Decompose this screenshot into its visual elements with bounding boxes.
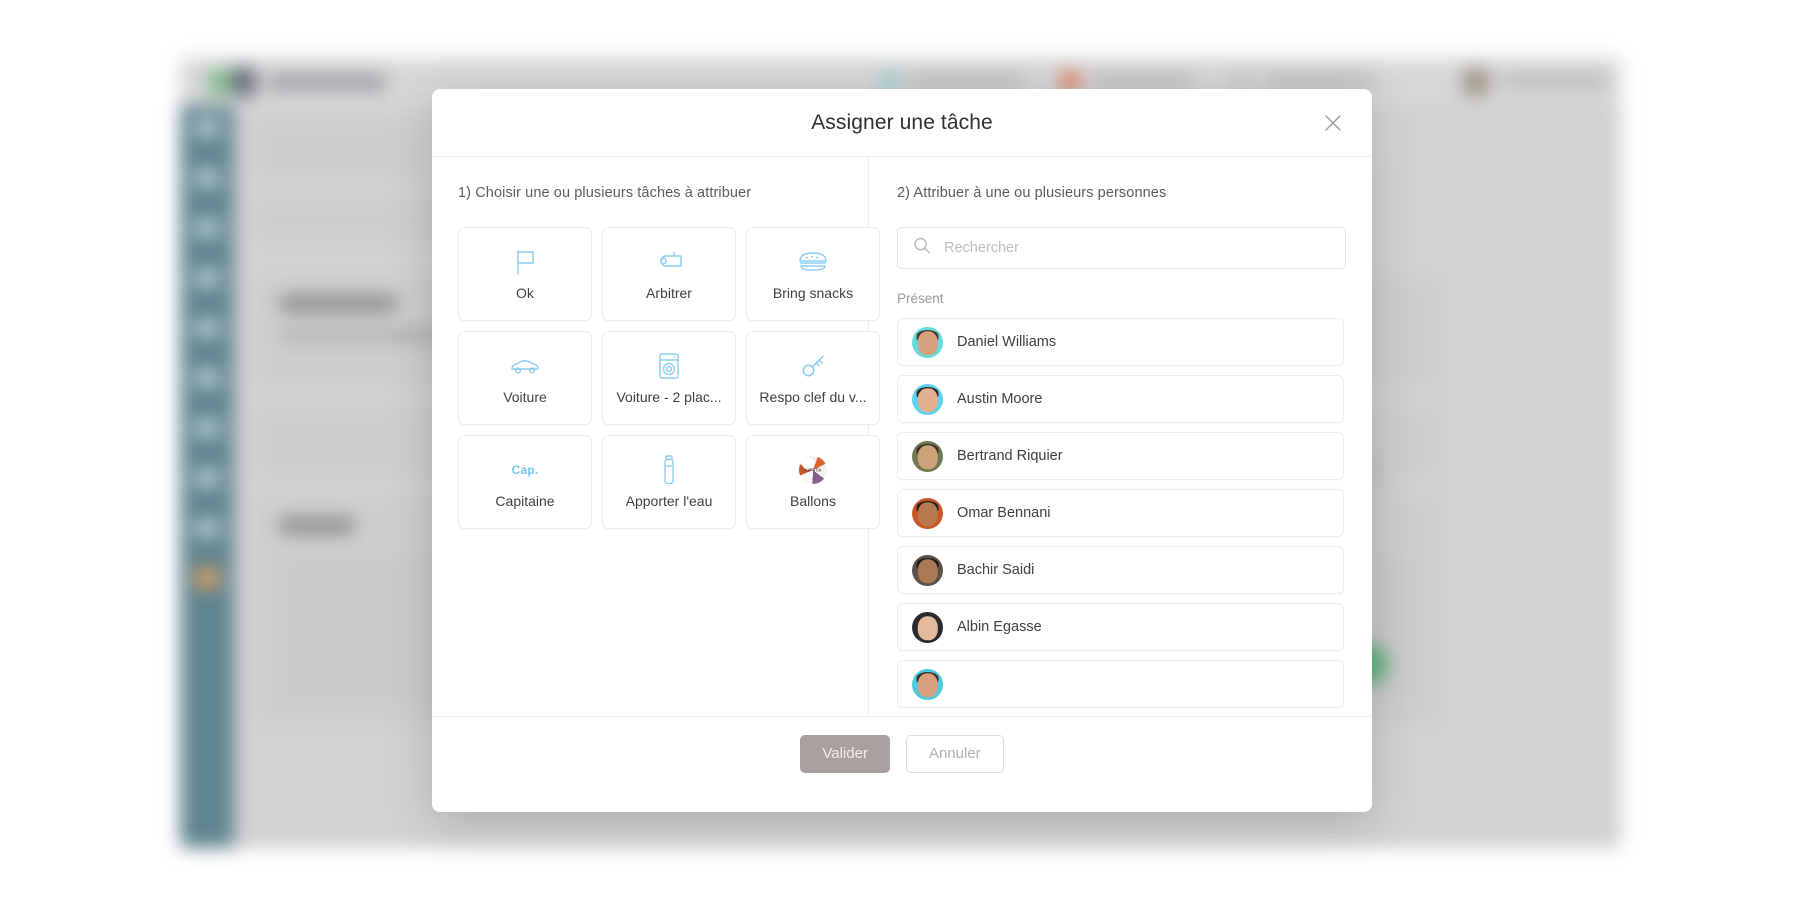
washing-machine-icon bbox=[657, 351, 681, 381]
modal-body: 1) Choisir une ou plusieurs tâches à att… bbox=[432, 157, 1372, 716]
people-list[interactable]: Daniel Williams Austin Moore Bertrand Ri… bbox=[897, 318, 1346, 716]
whistle-icon bbox=[654, 247, 684, 277]
person-name: Omar Bennani bbox=[957, 505, 1051, 521]
list-item[interactable]: Bachir Saidi bbox=[897, 546, 1344, 594]
search-field-wrapper bbox=[897, 227, 1346, 269]
list-item[interactable]: Bertrand Riquier bbox=[897, 432, 1344, 480]
people-selection-panel: 2) Attribuer à une ou plusieurs personne… bbox=[869, 157, 1372, 716]
key-icon bbox=[799, 351, 827, 381]
task-tile-grid: Ok Arbitrer Bring snacks Voiture Voiture… bbox=[458, 227, 880, 529]
task-tile-voiture[interactable]: Voiture bbox=[458, 331, 592, 425]
task-tile-apporter-eau[interactable]: Apporter l'eau bbox=[602, 435, 736, 529]
search-input[interactable] bbox=[897, 227, 1346, 269]
person-name: Austin Moore bbox=[957, 391, 1043, 407]
list-item[interactable]: Omar Bennani bbox=[897, 489, 1344, 537]
flag-icon bbox=[512, 247, 538, 277]
task-tile-arbitrer[interactable]: Arbitrer bbox=[602, 227, 736, 321]
task-tile-respo-clef[interactable]: Respo clef du v... bbox=[746, 331, 880, 425]
avatar bbox=[912, 326, 943, 358]
page-title: Assigner une tâche bbox=[811, 110, 993, 134]
person-name: Daniel Williams bbox=[957, 334, 1057, 350]
task-tile-voiture-2-places[interactable]: Voiture - 2 plac... bbox=[602, 331, 736, 425]
validate-button[interactable]: Valider bbox=[800, 734, 890, 773]
avatar bbox=[912, 554, 943, 586]
task-selection-panel: 1) Choisir une ou plusieurs tâches à att… bbox=[432, 157, 880, 716]
task-label: Ok bbox=[516, 285, 534, 301]
task-label: Capitaine bbox=[495, 493, 555, 509]
avatar bbox=[912, 611, 943, 643]
list-item[interactable]: Austin Moore bbox=[897, 375, 1344, 423]
list-item[interactable]: Albin Egasse bbox=[897, 603, 1344, 651]
task-tile-ok[interactable]: Ok bbox=[458, 227, 592, 321]
person-name: Albin Egasse bbox=[957, 619, 1042, 635]
task-label: Ballons bbox=[790, 493, 836, 509]
task-tile-capitaine[interactable]: Cap. Capitaine bbox=[458, 435, 592, 529]
avatar bbox=[912, 440, 943, 472]
car-icon bbox=[509, 351, 541, 381]
sandwich-icon bbox=[798, 247, 828, 277]
step-1-label: 1) Choisir une ou plusieurs tâches à att… bbox=[458, 185, 752, 201]
captain-badge-text: Cap. bbox=[511, 463, 539, 477]
captain-badge-icon: Cap. bbox=[512, 455, 539, 485]
water-bottle-icon bbox=[661, 455, 677, 485]
task-tile-ballons[interactable]: Ballons bbox=[746, 435, 880, 529]
avatar bbox=[912, 497, 943, 529]
task-label: Apporter l'eau bbox=[625, 493, 713, 509]
ball-photo-icon bbox=[799, 455, 827, 485]
task-label: Voiture - 2 plac... bbox=[616, 389, 722, 405]
group-label-present: Présent bbox=[897, 291, 944, 306]
modal-header: Assigner une tâche bbox=[432, 89, 1372, 157]
assign-task-modal: Assigner une tâche 1) Choisir une ou plu… bbox=[432, 89, 1372, 812]
person-name: Bachir Saidi bbox=[957, 562, 1035, 578]
list-item[interactable] bbox=[897, 660, 1344, 708]
step-2-label: 2) Attribuer à une ou plusieurs personne… bbox=[897, 185, 1167, 201]
task-label: Voiture bbox=[503, 389, 547, 405]
list-item[interactable]: Daniel Williams bbox=[897, 318, 1344, 366]
person-name: Bertrand Riquier bbox=[957, 448, 1063, 464]
task-label: Bring snacks bbox=[772, 285, 854, 301]
avatar bbox=[912, 668, 943, 700]
modal-footer: Valider Annuler bbox=[432, 716, 1372, 812]
avatar bbox=[912, 383, 943, 415]
task-label: Respo clef du v... bbox=[759, 389, 867, 405]
task-tile-bring-snacks[interactable]: Bring snacks bbox=[746, 227, 880, 321]
close-icon[interactable] bbox=[1316, 106, 1350, 140]
task-label: Arbitrer bbox=[646, 285, 692, 301]
cancel-button[interactable]: Annuler bbox=[905, 734, 1004, 773]
